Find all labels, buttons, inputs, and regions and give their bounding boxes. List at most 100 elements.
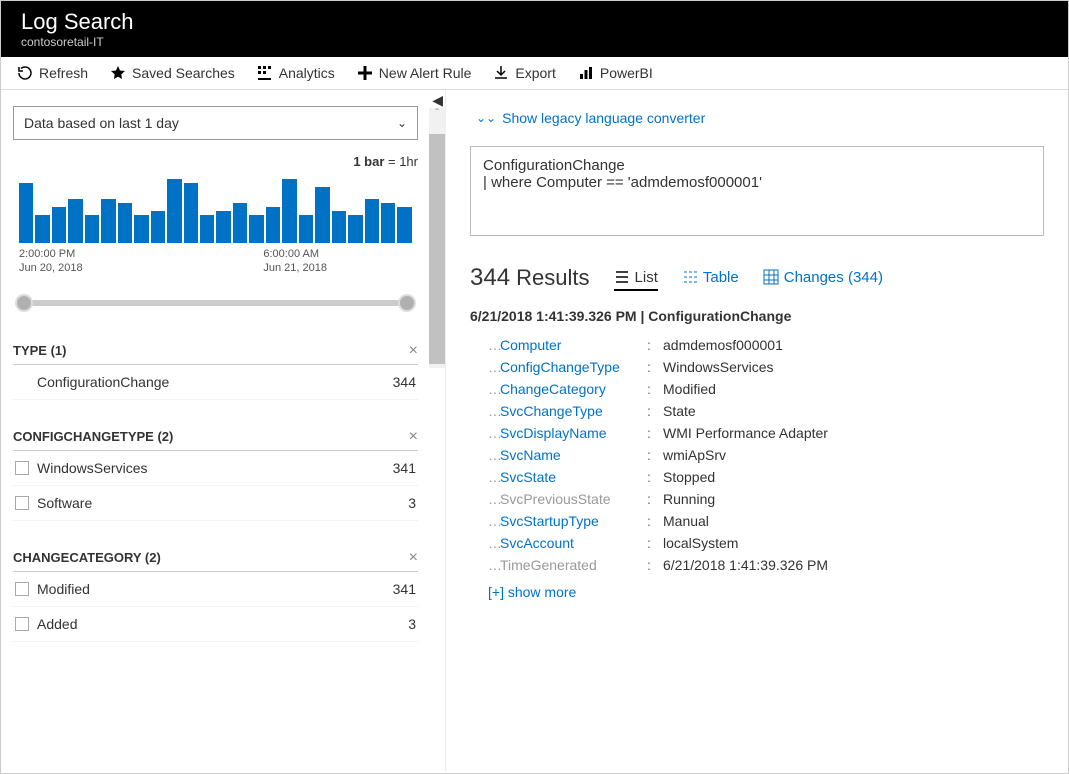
slider-track: [19, 300, 412, 306]
ellipsis-icon[interactable]: …: [470, 337, 492, 353]
ellipsis-icon[interactable]: …: [470, 403, 492, 419]
field-key[interactable]: ConfigChangeType: [492, 359, 647, 375]
slider-handle-left[interactable]: [15, 294, 33, 312]
facet-category-title: CHANGECATEGORY (2): [13, 550, 161, 565]
field-key[interactable]: SvcPreviousState: [492, 491, 647, 507]
ellipsis-icon[interactable]: …: [470, 557, 492, 573]
facet-type-close-icon[interactable]: ×: [409, 342, 418, 360]
time-slider[interactable]: [13, 290, 418, 314]
powerbi-button[interactable]: PowerBI: [578, 65, 653, 81]
field-key[interactable]: ChangeCategory: [492, 381, 647, 397]
facet-type-label-0: ConfigurationChange: [15, 374, 169, 390]
field-row: …SvcName:wmiApSrv: [470, 444, 1044, 466]
chart-bar[interactable]: [151, 211, 165, 243]
facet-config-close-icon[interactable]: ×: [409, 428, 418, 446]
export-button[interactable]: Export: [493, 65, 555, 81]
ellipsis-icon[interactable]: …: [470, 491, 492, 507]
chart-bar[interactable]: [19, 183, 33, 243]
ellipsis-icon[interactable]: …: [470, 513, 492, 529]
field-colon: :: [647, 491, 659, 507]
time-range-dropdown[interactable]: Data based on last 1 day ⌄: [13, 106, 418, 140]
facet-category-row-1[interactable]: Added 3: [13, 607, 418, 642]
facet-type-title: TYPE (1): [13, 343, 66, 358]
field-key[interactable]: SvcStartupType: [492, 513, 647, 529]
ellipsis-icon[interactable]: …: [470, 381, 492, 397]
saved-searches-button[interactable]: Saved Searches: [110, 65, 235, 81]
facet-category-row-0[interactable]: Modified 341: [13, 572, 418, 607]
ellipsis-icon[interactable]: …: [470, 469, 492, 485]
scroll-thumb[interactable]: [429, 134, 445, 364]
field-key[interactable]: TimeGenerated: [492, 557, 647, 573]
field-key[interactable]: SvcAccount: [492, 535, 647, 551]
chart-bar[interactable]: [52, 207, 66, 243]
chart-bar[interactable]: [365, 199, 379, 243]
chart-bar[interactable]: [167, 179, 181, 243]
ellipsis-icon[interactable]: …: [470, 535, 492, 551]
chart-bar[interactable]: [315, 187, 329, 243]
chart-bar[interactable]: [249, 215, 263, 243]
field-colon: :: [647, 535, 659, 551]
chart-bar[interactable]: [200, 215, 214, 243]
field-key[interactable]: SvcChangeType: [492, 403, 647, 419]
ellipsis-icon[interactable]: …: [470, 447, 492, 463]
chart-bar[interactable]: [35, 215, 49, 243]
chart-bar[interactable]: [68, 199, 82, 243]
field-value: 6/21/2018 1:41:39.326 PM: [659, 557, 1044, 573]
facet-config-row-0[interactable]: WindowsServices 341: [13, 451, 418, 486]
field-value: Manual: [659, 513, 1044, 529]
ellipsis-icon[interactable]: …: [470, 359, 492, 375]
checkbox[interactable]: [15, 496, 29, 510]
slider-handle-right[interactable]: [398, 294, 416, 312]
new-alert-button[interactable]: New Alert Rule: [357, 65, 472, 81]
analytics-button[interactable]: Analytics: [257, 65, 335, 81]
scroll-up-icon[interactable]: ˆ: [429, 108, 445, 119]
facet-type-count-0: 344: [393, 374, 416, 390]
results-number: 344: [470, 264, 510, 291]
legacy-converter-link[interactable]: ⌄⌄ Show legacy language converter: [476, 110, 1044, 126]
chart-bar[interactable]: [118, 203, 132, 243]
facet-type-row-0[interactable]: ConfigurationChange 344: [13, 365, 418, 400]
analytics-icon: [257, 65, 273, 81]
chart-bar[interactable]: [134, 215, 148, 243]
field-key[interactable]: SvcState: [492, 469, 647, 485]
show-more-link[interactable]: [+] show more: [470, 584, 1044, 600]
chart-bar[interactable]: [381, 203, 395, 243]
chart-bar[interactable]: [85, 215, 99, 243]
chart-bar[interactable]: [101, 199, 115, 243]
tab-list-label: List: [635, 269, 658, 286]
field-row: …Computer:admdemosf000001: [470, 334, 1044, 356]
tab-table[interactable]: Table: [682, 269, 739, 289]
chart-bar[interactable]: [332, 211, 346, 243]
checkbox[interactable]: [15, 461, 29, 475]
query-input[interactable]: ConfigurationChange | where Computer == …: [470, 146, 1044, 236]
chart-bar[interactable]: [348, 215, 362, 243]
tab-changes[interactable]: Changes (344): [763, 269, 883, 289]
results-count: 344 Results: [470, 264, 590, 292]
field-colon: :: [647, 381, 659, 397]
ellipsis-icon[interactable]: …: [470, 425, 492, 441]
chart-bar[interactable]: [282, 179, 296, 243]
record-fields: …Computer:admdemosf000001…ConfigChangeTy…: [470, 334, 1044, 576]
field-key[interactable]: SvcDisplayName: [492, 425, 647, 441]
right-panel: ⌄⌄ Show legacy language converter Config…: [446, 90, 1068, 771]
field-key[interactable]: Computer: [492, 337, 647, 353]
field-colon: :: [647, 557, 659, 573]
chart-bar[interactable]: [397, 207, 411, 243]
chart-bar[interactable]: [299, 215, 313, 243]
chart-bar[interactable]: [216, 211, 230, 243]
chart-bar[interactable]: [233, 203, 247, 243]
refresh-button[interactable]: Refresh: [17, 65, 88, 81]
facet-category-close-icon[interactable]: ×: [409, 549, 418, 567]
chart-bar[interactable]: [184, 183, 198, 243]
left-scrollbar[interactable]: ˆ: [429, 108, 445, 368]
facet-config-row-1[interactable]: Software 3: [13, 486, 418, 521]
field-key[interactable]: SvcName: [492, 447, 647, 463]
field-row: …TimeGenerated:6/21/2018 1:41:39.326 PM: [470, 554, 1044, 576]
tab-list[interactable]: List: [614, 269, 658, 291]
checkbox[interactable]: [15, 582, 29, 596]
checkbox[interactable]: [15, 617, 29, 631]
results-tabs: 344 Results List Table Changes (344): [470, 264, 1044, 292]
chart-bar[interactable]: [266, 207, 280, 243]
collapse-left-icon[interactable]: ◀: [432, 92, 443, 109]
histogram-chart[interactable]: [13, 173, 418, 243]
